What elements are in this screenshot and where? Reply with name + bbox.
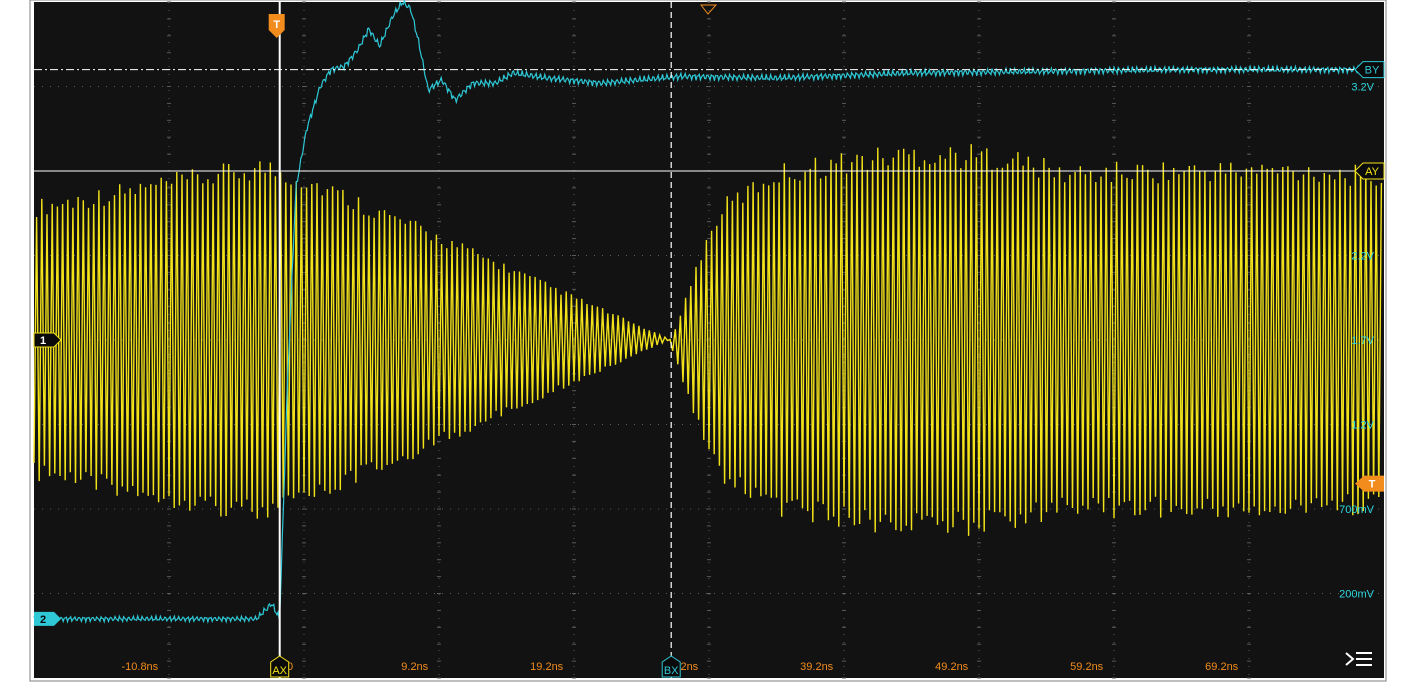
- cursor-ax-label: AX: [272, 665, 287, 677]
- volt-tick-label: 1.2V: [1351, 420, 1374, 432]
- time-tick-label: 49.2ns: [935, 661, 969, 673]
- ch1-marker-label: 1: [40, 335, 46, 347]
- trigger-level-label: T: [1369, 479, 1376, 491]
- time-tick-label: 59.2ns: [1070, 661, 1104, 673]
- time-tick-label: 69.2ns: [1205, 661, 1239, 673]
- volt-tick-label: 700mV: [1339, 504, 1375, 516]
- cursor-ay-label: AY: [1365, 166, 1380, 178]
- time-tick-label: 9.2ns: [401, 661, 428, 673]
- volt-tick-label: 200mV: [1339, 589, 1375, 601]
- trigger-time-label: T: [273, 19, 280, 31]
- time-tick-label: -10.8ns: [121, 661, 158, 673]
- plot-svg: -10.8ns-8009.2ns19.2ns29.2ns39.2ns49.2ns…: [29, 0, 1387, 682]
- volt-tick-label: 2.2V: [1351, 251, 1374, 263]
- volt-tick-label: 1.7V: [1351, 335, 1374, 347]
- time-tick-label: 39.2ns: [800, 661, 834, 673]
- volt-tick-label: 3.2V: [1351, 82, 1374, 94]
- time-tick-label: 19.2ns: [530, 661, 564, 673]
- cursor-bx-label: BX: [664, 665, 679, 677]
- cursor-by-label: BY: [1365, 65, 1380, 77]
- ch2-marker-label: 2: [40, 614, 46, 626]
- oscilloscope-display: -10.8ns-8009.2ns19.2ns29.2ns39.2ns49.2ns…: [0, 0, 1417, 683]
